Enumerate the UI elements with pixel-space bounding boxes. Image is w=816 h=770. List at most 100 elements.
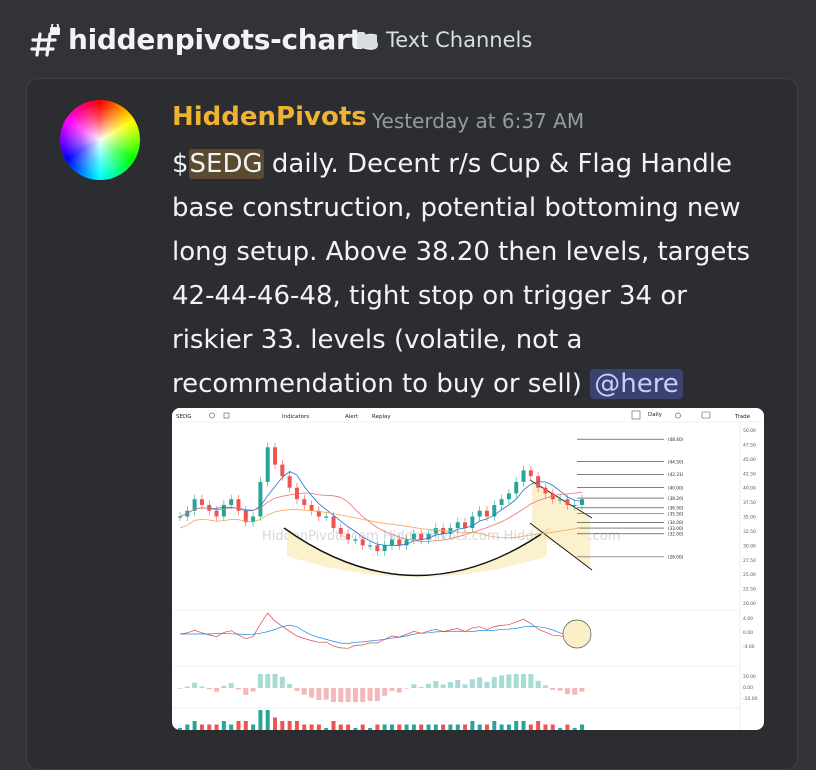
price-chart: SEDG Indicators Alert Replay Daily Trade… [172,408,764,730]
histogram-bar [455,680,461,688]
volume-bar [426,724,431,730]
histogram-bar [192,682,198,688]
candle-body [324,516,329,518]
avatar[interactable] [60,100,140,180]
candle-body [499,499,504,505]
price-tick-label: 25.00 [743,572,756,578]
histogram-bar [330,688,336,702]
candle-body [280,464,285,477]
histogram-bar [272,674,278,688]
candle-body [455,522,460,529]
volume-bar [309,724,314,730]
candle-body [353,539,358,541]
price-tick-label: 42.50 [743,471,756,477]
histogram-bar [206,688,212,690]
volume-bar [580,724,584,730]
level-label: (38.20) [668,496,684,501]
candle-body [543,487,548,494]
mention-here[interactable]: @here [590,369,683,399]
replay-button: Replay [372,414,391,420]
candle-body [382,545,387,552]
price-tick-label: 32.50 [743,529,756,535]
chart-attachment[interactable]: SEDG Indicators Alert Replay Daily Trade… [172,408,764,730]
price-tick-label: 47.50 [743,442,756,448]
histogram-bar [360,688,366,702]
histogram-bar [228,683,234,688]
price-tick-label: 37.50 [743,500,756,506]
volume-bar [536,721,541,730]
histogram-bar [338,688,344,702]
volume-bar [207,724,212,730]
candle-body [397,539,402,546]
histogram-bar [491,677,497,688]
candle-body [178,516,182,518]
volume-bar [455,724,460,730]
osc-tick-label: -4.00 [743,644,755,650]
folder-icon [357,32,377,49]
volume-bar [258,710,263,730]
price-tick-label: 40.00 [743,486,756,492]
candle-body [258,481,263,517]
candle-body [558,499,563,501]
histogram-bar [323,688,329,700]
histogram-bar [389,688,395,691]
volume-bar [404,724,409,730]
volume-bar [572,728,577,730]
histogram-bar [367,688,373,701]
volume-bar [484,724,489,730]
candle-body [214,510,219,517]
volume-bar [375,724,380,730]
message-timestamp: Yesterday at 6:37 AM [372,109,585,133]
volume-bar [558,728,563,730]
histogram-bar [279,676,285,688]
histogram-bar [265,674,271,688]
volume-bar [528,724,533,730]
histogram-bar [542,685,548,688]
volume-bar [411,724,416,730]
author-name[interactable]: HiddenPivots [172,102,367,132]
volume-bar [419,724,424,730]
candle-body [273,447,278,465]
histogram-bar [301,688,307,695]
level-label: (35.50) [668,511,684,516]
histogram-bar [177,688,183,689]
histogram-bar [513,674,519,688]
candle-body [265,447,270,482]
channel-category[interactable]: Text Channels [386,28,532,52]
histogram-bar [214,688,220,692]
candle-body [389,539,394,546]
histogram-bar [579,688,585,692]
price-tick-label: 30.00 [743,543,756,549]
candle-body [580,499,584,505]
level-label: (48.40) [668,437,684,442]
price-tick-label: 35.00 [743,515,756,521]
histogram-bar [557,688,563,691]
ticker-highlight: SEDG [188,149,264,179]
candle-body [477,510,482,517]
histogram-bar [447,682,453,688]
channel-name[interactable]: hiddenpivots-charts [68,23,379,56]
candle-body [360,539,365,546]
candle-body [411,533,416,540]
candle-body [331,516,336,529]
histogram-bar [374,688,380,702]
volume-bar [214,724,219,730]
volume-bar [433,724,438,730]
candle-body [514,481,519,494]
histogram-bar [199,686,205,688]
level-label: (40.00) [668,485,684,490]
histogram-bar [294,688,300,691]
histogram-bar [462,684,468,688]
hist-tick-label: 20.00 [743,674,756,680]
candle-body [375,545,380,552]
histogram-bar [345,688,351,702]
volume-bar [543,724,548,730]
candle-body [346,533,351,540]
histogram-bar [528,674,534,688]
interval-label: Daily [648,412,663,418]
level-label: (36.50) [668,506,684,511]
histogram-bar [396,688,402,693]
hist-tick-label: -20.00 [743,696,758,702]
price-tick-label: 20.00 [743,601,756,607]
candle-body [368,545,373,547]
